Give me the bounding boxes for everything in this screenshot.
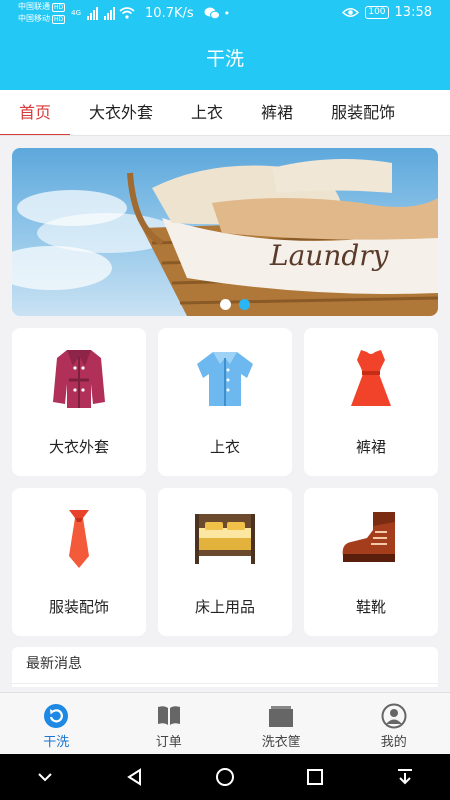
wifi-icon — [119, 7, 135, 19]
clock: 13:58 — [394, 5, 432, 20]
eye-icon — [342, 8, 360, 17]
tab-pants-skirts[interactable]: 裤裙 — [242, 90, 312, 135]
category-grid: 大衣外套 上衣 裤裙 服装配饰 床上用品 鞋靴 — [12, 328, 438, 636]
nav-label: 我的 — [380, 735, 407, 750]
nav-label: 订单 — [155, 735, 182, 750]
shirt-icon — [197, 352, 253, 406]
category-card-accessories[interactable]: 服装配饰 — [12, 488, 146, 636]
laundry-basket-image: Laundry — [12, 159, 438, 316]
category-card-tops[interactable]: 上衣 — [158, 328, 292, 476]
battery-icon: 100 — [365, 6, 389, 19]
tab-accessories[interactable]: 服装配饰 — [312, 90, 414, 135]
category-card-shoes[interactable]: 鞋靴 — [304, 488, 438, 636]
wechat-icon — [204, 7, 220, 19]
divider — [12, 683, 438, 684]
tab-coats[interactable]: 大衣外套 — [70, 90, 172, 135]
network-speed: 10.7K/s — [145, 5, 194, 21]
nav-orders[interactable]: 订单 — [113, 693, 226, 754]
refresh-icon — [44, 704, 69, 728]
news-section[interactable]: 最新消息 — [12, 647, 438, 687]
boot-icon — [342, 512, 395, 562]
news-title: 最新消息 — [26, 656, 82, 672]
signal-icon-2 — [104, 6, 116, 20]
recents-icon[interactable] — [304, 766, 326, 788]
carousel-indicator — [220, 299, 250, 310]
back-icon[interactable] — [124, 766, 146, 788]
status-bar: 中国联通 HD 中国移动 HD 4G 10.7K/s • 100 13:58 — [0, 0, 450, 28]
user-icon — [381, 703, 407, 729]
banner-text: Laundry — [269, 239, 390, 272]
system-nav-bar — [0, 754, 450, 800]
carousel-dot[interactable] — [220, 299, 231, 310]
carrier-2: 中国移动 — [18, 14, 50, 23]
category-tabs: 首页 大衣外套 上衣 裤裙 服装配饰 — [0, 90, 450, 136]
tab-home[interactable]: 首页 — [0, 90, 71, 135]
carrier-1: 中国联通 — [18, 2, 50, 11]
category-label: 服装配饰 — [48, 598, 109, 616]
category-label: 上衣 — [209, 438, 240, 456]
bed-icon — [195, 514, 255, 564]
promo-banner[interactable]: Laundry — [12, 148, 438, 316]
book-icon — [157, 706, 180, 725]
tie-icon — [69, 510, 89, 568]
category-card-bedding[interactable]: 床上用品 — [158, 488, 292, 636]
basket-icon — [269, 706, 294, 727]
category-label: 床上用品 — [194, 598, 255, 616]
page-title: 干洗 — [205, 48, 244, 70]
app-bar: 干洗 — [0, 28, 450, 90]
nav-label: 干洗 — [43, 735, 70, 750]
notification-pull-icon[interactable] — [394, 766, 416, 788]
carousel-dot-active[interactable] — [239, 299, 250, 310]
dress-icon — [351, 350, 391, 406]
category-label: 裤裙 — [355, 438, 386, 456]
bottom-nav: 干洗 订单 洗衣筐 我的 — [0, 692, 450, 754]
category-label: 大衣外套 — [48, 438, 109, 456]
category-card-coats[interactable]: 大衣外套 — [12, 328, 146, 476]
chevron-down-icon[interactable] — [34, 766, 56, 788]
nav-laundry-basket[interactable]: 洗衣筐 — [225, 693, 338, 754]
signal-icon — [87, 6, 99, 20]
nav-label: 洗衣筐 — [261, 735, 301, 750]
coat-icon — [53, 350, 105, 408]
network-type: 4G — [71, 9, 82, 17]
category-card-pants-skirts[interactable]: 裤裙 — [304, 328, 438, 476]
category-label: 鞋靴 — [355, 598, 386, 616]
home-icon[interactable] — [214, 766, 236, 788]
nav-dry-clean[interactable]: 干洗 — [0, 693, 113, 754]
dots-icon: • — [223, 6, 231, 20]
tab-tops[interactable]: 上衣 — [172, 90, 242, 135]
nav-profile[interactable]: 我的 — [338, 693, 450, 754]
